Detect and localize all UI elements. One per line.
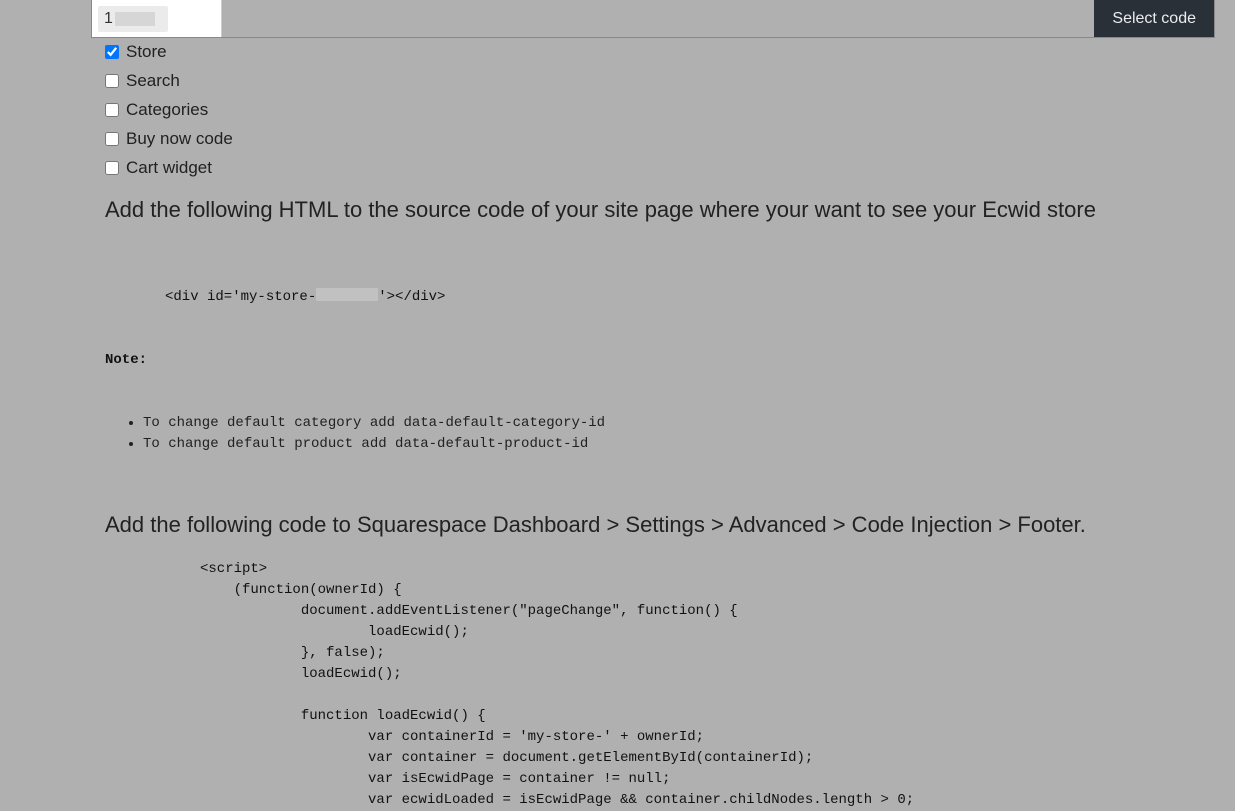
redacted-id (316, 288, 378, 301)
checkbox-categories[interactable] (105, 103, 119, 117)
note-bullet-2: To change default product add data-defau… (143, 434, 1215, 455)
content-area: Store Search Categories Buy now code Car… (105, 42, 1215, 811)
input-prefix: 1 (104, 10, 113, 28)
note-label: Note: (105, 350, 1215, 371)
checkbox-label-cart-widget[interactable]: Cart widget (126, 158, 212, 178)
checkbox-row-search: Search (105, 71, 1215, 91)
html-div-line: <div id='my-store- '></div> (105, 287, 1215, 308)
checkbox-label-buy-now[interactable]: Buy now code (126, 129, 233, 149)
heading-html-instruction: Add the following HTML to the source cod… (105, 196, 1215, 225)
div-open: <div id='my-store- (165, 289, 316, 305)
checkbox-row-categories: Categories (105, 100, 1215, 120)
checkbox-label-search[interactable]: Search (126, 71, 180, 91)
heading-script-instruction: Add the following code to Squarespace Da… (105, 511, 1215, 540)
checkbox-row-cart-widget: Cart widget (105, 158, 1215, 178)
checkbox-cart-widget[interactable] (105, 161, 119, 175)
checkbox-store[interactable] (105, 45, 119, 59)
note-bullets: To change default category add data-defa… (105, 413, 1215, 455)
checkbox-label-store[interactable]: Store (126, 42, 167, 62)
checkbox-label-categories[interactable]: Categories (126, 100, 208, 120)
checkbox-search[interactable] (105, 74, 119, 88)
checkbox-row-store: Store (105, 42, 1215, 62)
checkbox-buy-now[interactable] (105, 132, 119, 146)
select-code-button[interactable]: Select code (1094, 0, 1214, 37)
select-code-label: Select code (1112, 10, 1196, 28)
top-bar: 1 Select code (91, 0, 1215, 38)
owner-id-input[interactable]: 1 (98, 6, 168, 32)
checkbox-row-buy-now: Buy now code (105, 129, 1215, 149)
owner-id-input-wrap[interactable]: 1 (92, 0, 222, 37)
html-snippet-block: <div id='my-store- '></div> Note: (105, 245, 1215, 413)
script-code-block: <script> (function(ownerId) { document.a… (105, 559, 1215, 811)
note-bullet-1: To change default category add data-defa… (143, 413, 1215, 434)
div-close: '></div> (378, 289, 445, 305)
redacted-input (115, 12, 155, 26)
